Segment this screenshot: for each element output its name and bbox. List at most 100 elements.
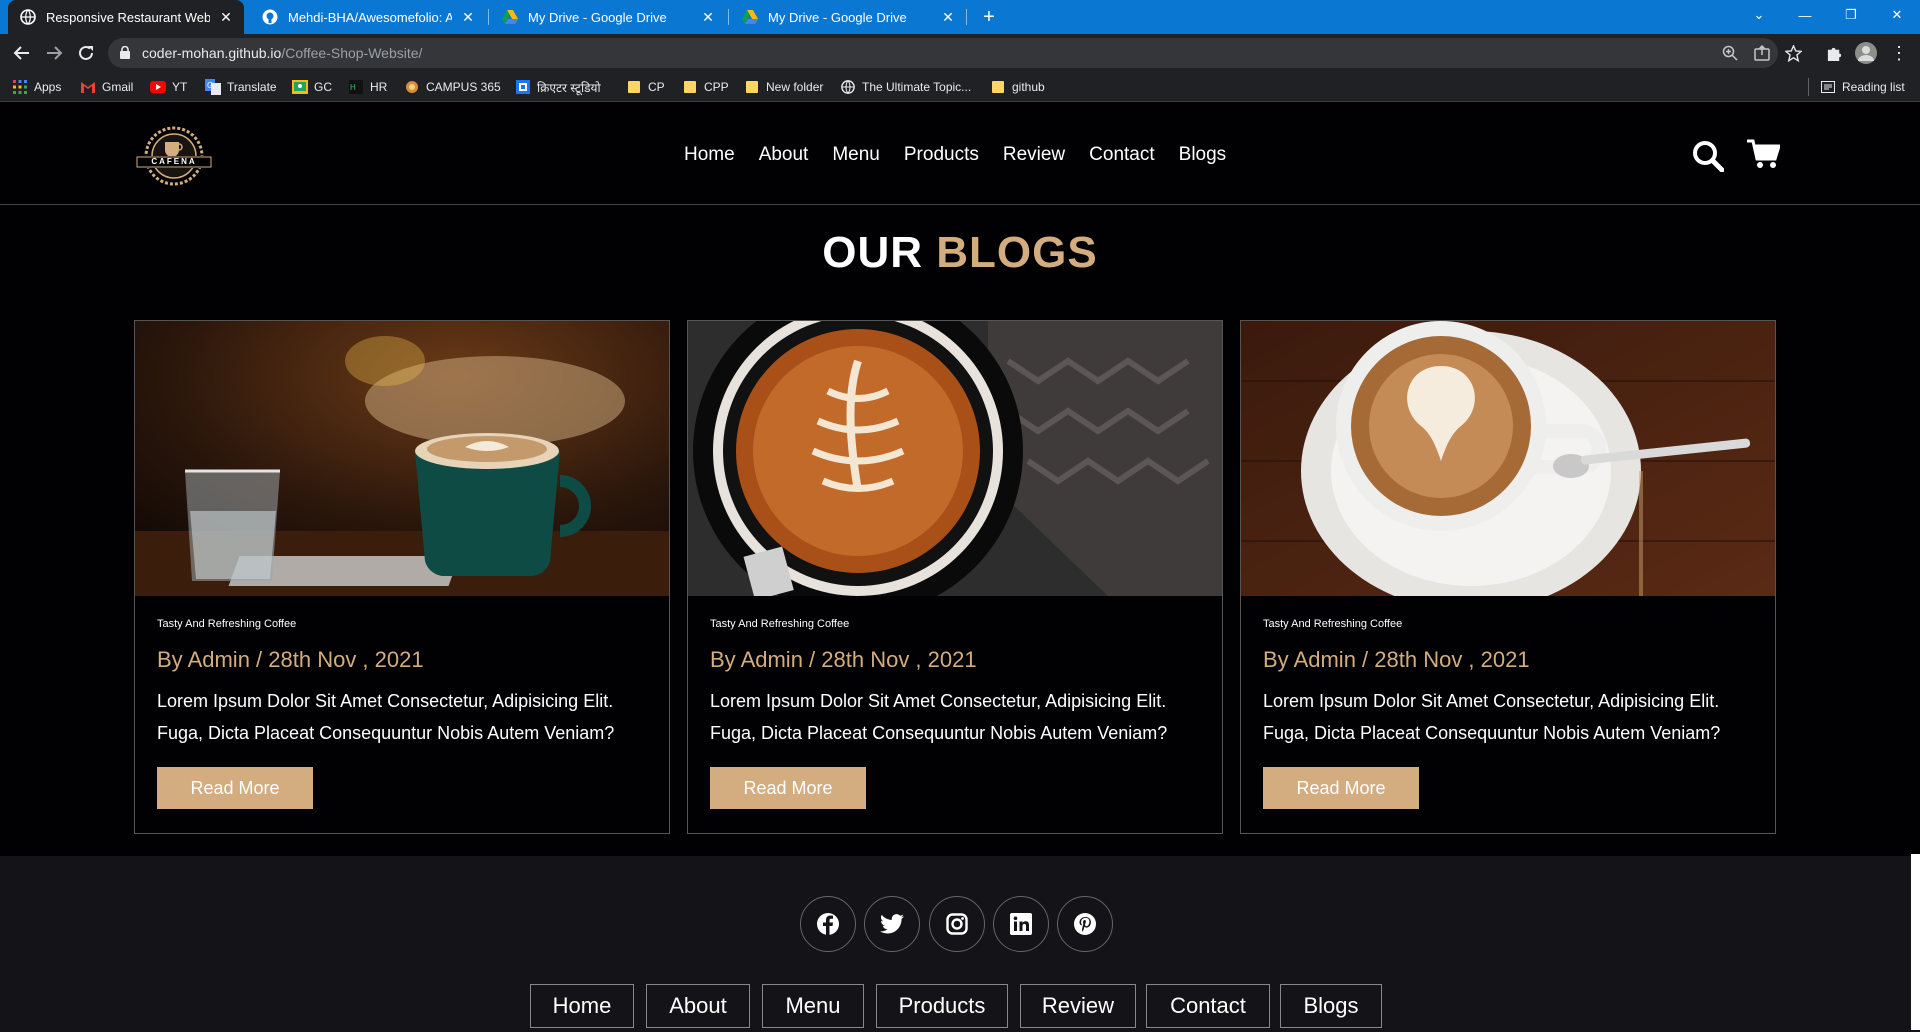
read-more-button[interactable]: Read More: [157, 767, 313, 809]
address-bar[interactable]: coder-mohan.github.io/Coffee-Shop-Websit…: [108, 38, 1778, 68]
footer-link-menu[interactable]: Menu: [762, 984, 864, 1028]
folder-icon: [682, 79, 698, 95]
tab-title: Responsive Restaurant Website: [46, 9, 210, 25]
page-scrollbar[interactable]: [1911, 854, 1920, 1030]
folder-icon: [990, 79, 1006, 95]
pinterest-icon[interactable]: [1057, 896, 1113, 952]
read-more-button[interactable]: Read More: [710, 767, 866, 809]
blog-tag: Tasty And Refreshing Coffee: [1263, 618, 1403, 630]
read-more-button[interactable]: Read More: [1263, 767, 1419, 809]
minimize-button[interactable]: —: [1782, 0, 1828, 30]
cart-icon[interactable]: [1746, 138, 1782, 175]
bookmark-star-icon[interactable]: [1782, 42, 1804, 64]
blog-excerpt: Lorem Ipsum Dolor Sit Amet Consectetur, …: [1263, 691, 1721, 743]
url-text: coder-mohan.github.io/Coffee-Shop-Websit…: [142, 45, 423, 61]
footer-link-blogs[interactable]: Blogs: [1280, 984, 1382, 1028]
share-icon[interactable]: [1754, 44, 1770, 61]
blog-meta: By Admin / 28th Nov , 2021: [1263, 647, 1530, 672]
close-icon[interactable]: ✕: [218, 9, 234, 26]
tab-google-drive-1[interactable]: My Drive - Google Drive ✕: [490, 0, 726, 34]
close-window-button[interactable]: ✕: [1874, 0, 1920, 30]
blog-excerpt: Lorem Ipsum Dolor Sit Amet Consectetur, …: [157, 691, 615, 743]
back-button[interactable]: [10, 41, 34, 65]
main-nav: Home About Menu Products Review Contact …: [684, 144, 1250, 166]
blog-card: Tasty And Refreshing Coffee By Admin / 2…: [134, 320, 670, 834]
footer-link-review[interactable]: Review: [1020, 984, 1136, 1028]
nav-review[interactable]: Review: [1003, 144, 1065, 166]
bookmark-new-folder[interactable]: New folder: [744, 79, 823, 95]
footer-link-products[interactable]: Products: [876, 984, 1008, 1028]
google-drive-icon: [502, 9, 518, 25]
svg-text:G: G: [207, 81, 213, 90]
folder-icon: [626, 79, 642, 95]
section-heading: OUR BLOGS: [822, 228, 1098, 277]
bookmark-gc[interactable]: GC: [292, 79, 332, 95]
bookmark-gmail[interactable]: Gmail: [80, 79, 133, 95]
zoom-icon[interactable]: [1722, 45, 1738, 61]
bookmark-apps[interactable]: Apps: [12, 79, 61, 95]
extensions-puzzle-icon[interactable]: [1823, 42, 1845, 64]
nav-contact[interactable]: Contact: [1089, 144, 1154, 166]
latte-art-top-view-image: [688, 321, 1222, 596]
reload-icon: [79, 45, 93, 60]
search-icon[interactable]: [1692, 140, 1725, 177]
tab-awesomefolio[interactable]: Mehdi-BHA/Awesomefolio: A mo ✕: [250, 0, 486, 34]
twitter-icon[interactable]: [864, 896, 920, 952]
linkedin-icon[interactable]: [993, 896, 1049, 952]
profile-avatar[interactable]: [1855, 42, 1877, 64]
cafena-logo[interactable]: CAFENA: [133, 120, 215, 190]
footer-link-contact[interactable]: Contact: [1146, 984, 1270, 1028]
blog-meta: By Admin / 28th Nov , 2021: [157, 647, 424, 672]
coffee-cup-with-water-glass-image: [135, 321, 669, 596]
page-viewport: CAFENA Home About Menu Products Review C…: [0, 102, 1920, 1032]
blog-card: Tasty And Refreshing Coffee By Admin / 2…: [687, 320, 1223, 834]
bookmark-hr[interactable]: H HR: [348, 79, 387, 95]
google-drive-icon: [742, 9, 758, 25]
nav-home[interactable]: Home: [684, 144, 735, 166]
blog-tag: Tasty And Refreshing Coffee: [157, 618, 297, 630]
nav-about[interactable]: About: [759, 144, 809, 166]
bookmark-yt[interactable]: YT: [150, 79, 187, 95]
nav-blogs[interactable]: Blogs: [1179, 144, 1227, 166]
blog-meta: By Admin / 28th Nov , 2021: [710, 647, 977, 672]
globe-icon: [840, 79, 856, 95]
new-tab-button[interactable]: +: [978, 6, 1000, 28]
youtube-icon: [150, 79, 166, 95]
tab-search-icon[interactable]: ⌄: [1736, 0, 1782, 30]
hackerrank-icon: H: [348, 79, 364, 95]
nav-products[interactable]: Products: [904, 144, 979, 166]
classroom-icon: [292, 79, 308, 95]
restore-button[interactable]: ❐: [1828, 0, 1874, 30]
blog-tag: Tasty And Refreshing Coffee: [710, 618, 850, 630]
close-icon[interactable]: ✕: [700, 9, 716, 26]
bookmark-cp[interactable]: CP: [626, 79, 665, 95]
forward-button[interactable]: [42, 41, 66, 65]
logo-text: CAFENA: [151, 157, 197, 166]
reading-list[interactable]: Reading list: [1820, 79, 1905, 95]
bookmark-campus365[interactable]: CAMPUS 365: [404, 79, 501, 95]
site-footer: Home About Menu Products Review Contact …: [0, 856, 1920, 1032]
tab-title: Mehdi-BHA/Awesomefolio: A mo: [288, 9, 452, 25]
close-icon[interactable]: ✕: [460, 9, 476, 26]
footer-link-home[interactable]: Home: [530, 984, 634, 1028]
bookmark-creator-studio[interactable]: क्रिएटर स्टूडियो: [515, 79, 601, 95]
instagram-icon[interactable]: [929, 896, 985, 952]
tab-responsive-restaurant[interactable]: Responsive Restaurant Website ✕: [8, 0, 244, 34]
reload-button[interactable]: [74, 41, 98, 65]
blog-card: Tasty And Refreshing Coffee By Admin / 2…: [1240, 320, 1776, 834]
browser-toolbar: coder-mohan.github.io/Coffee-Shop-Websit…: [0, 34, 1920, 72]
bookmark-github[interactable]: github: [990, 79, 1045, 95]
facebook-icon[interactable]: [800, 896, 856, 952]
github-icon: [262, 9, 278, 25]
bookmarks-bar: Apps Gmail YT G Translate GC H HR CAMPUS…: [0, 72, 1920, 102]
bookmark-translate[interactable]: G Translate: [205, 79, 277, 95]
nav-menu[interactable]: Menu: [832, 144, 880, 166]
close-icon[interactable]: ✕: [940, 9, 956, 26]
bookmark-cpp[interactable]: CPP: [682, 79, 729, 95]
apps-grid-icon: [12, 79, 28, 95]
footer-link-about[interactable]: About: [646, 984, 750, 1028]
browser-menu-icon[interactable]: ⋮: [1888, 42, 1910, 64]
tab-title: My Drive - Google Drive: [768, 9, 907, 25]
bookmark-ultimate-topic[interactable]: The Ultimate Topic...: [840, 79, 971, 95]
tab-google-drive-2[interactable]: My Drive - Google Drive ✕: [730, 0, 966, 34]
